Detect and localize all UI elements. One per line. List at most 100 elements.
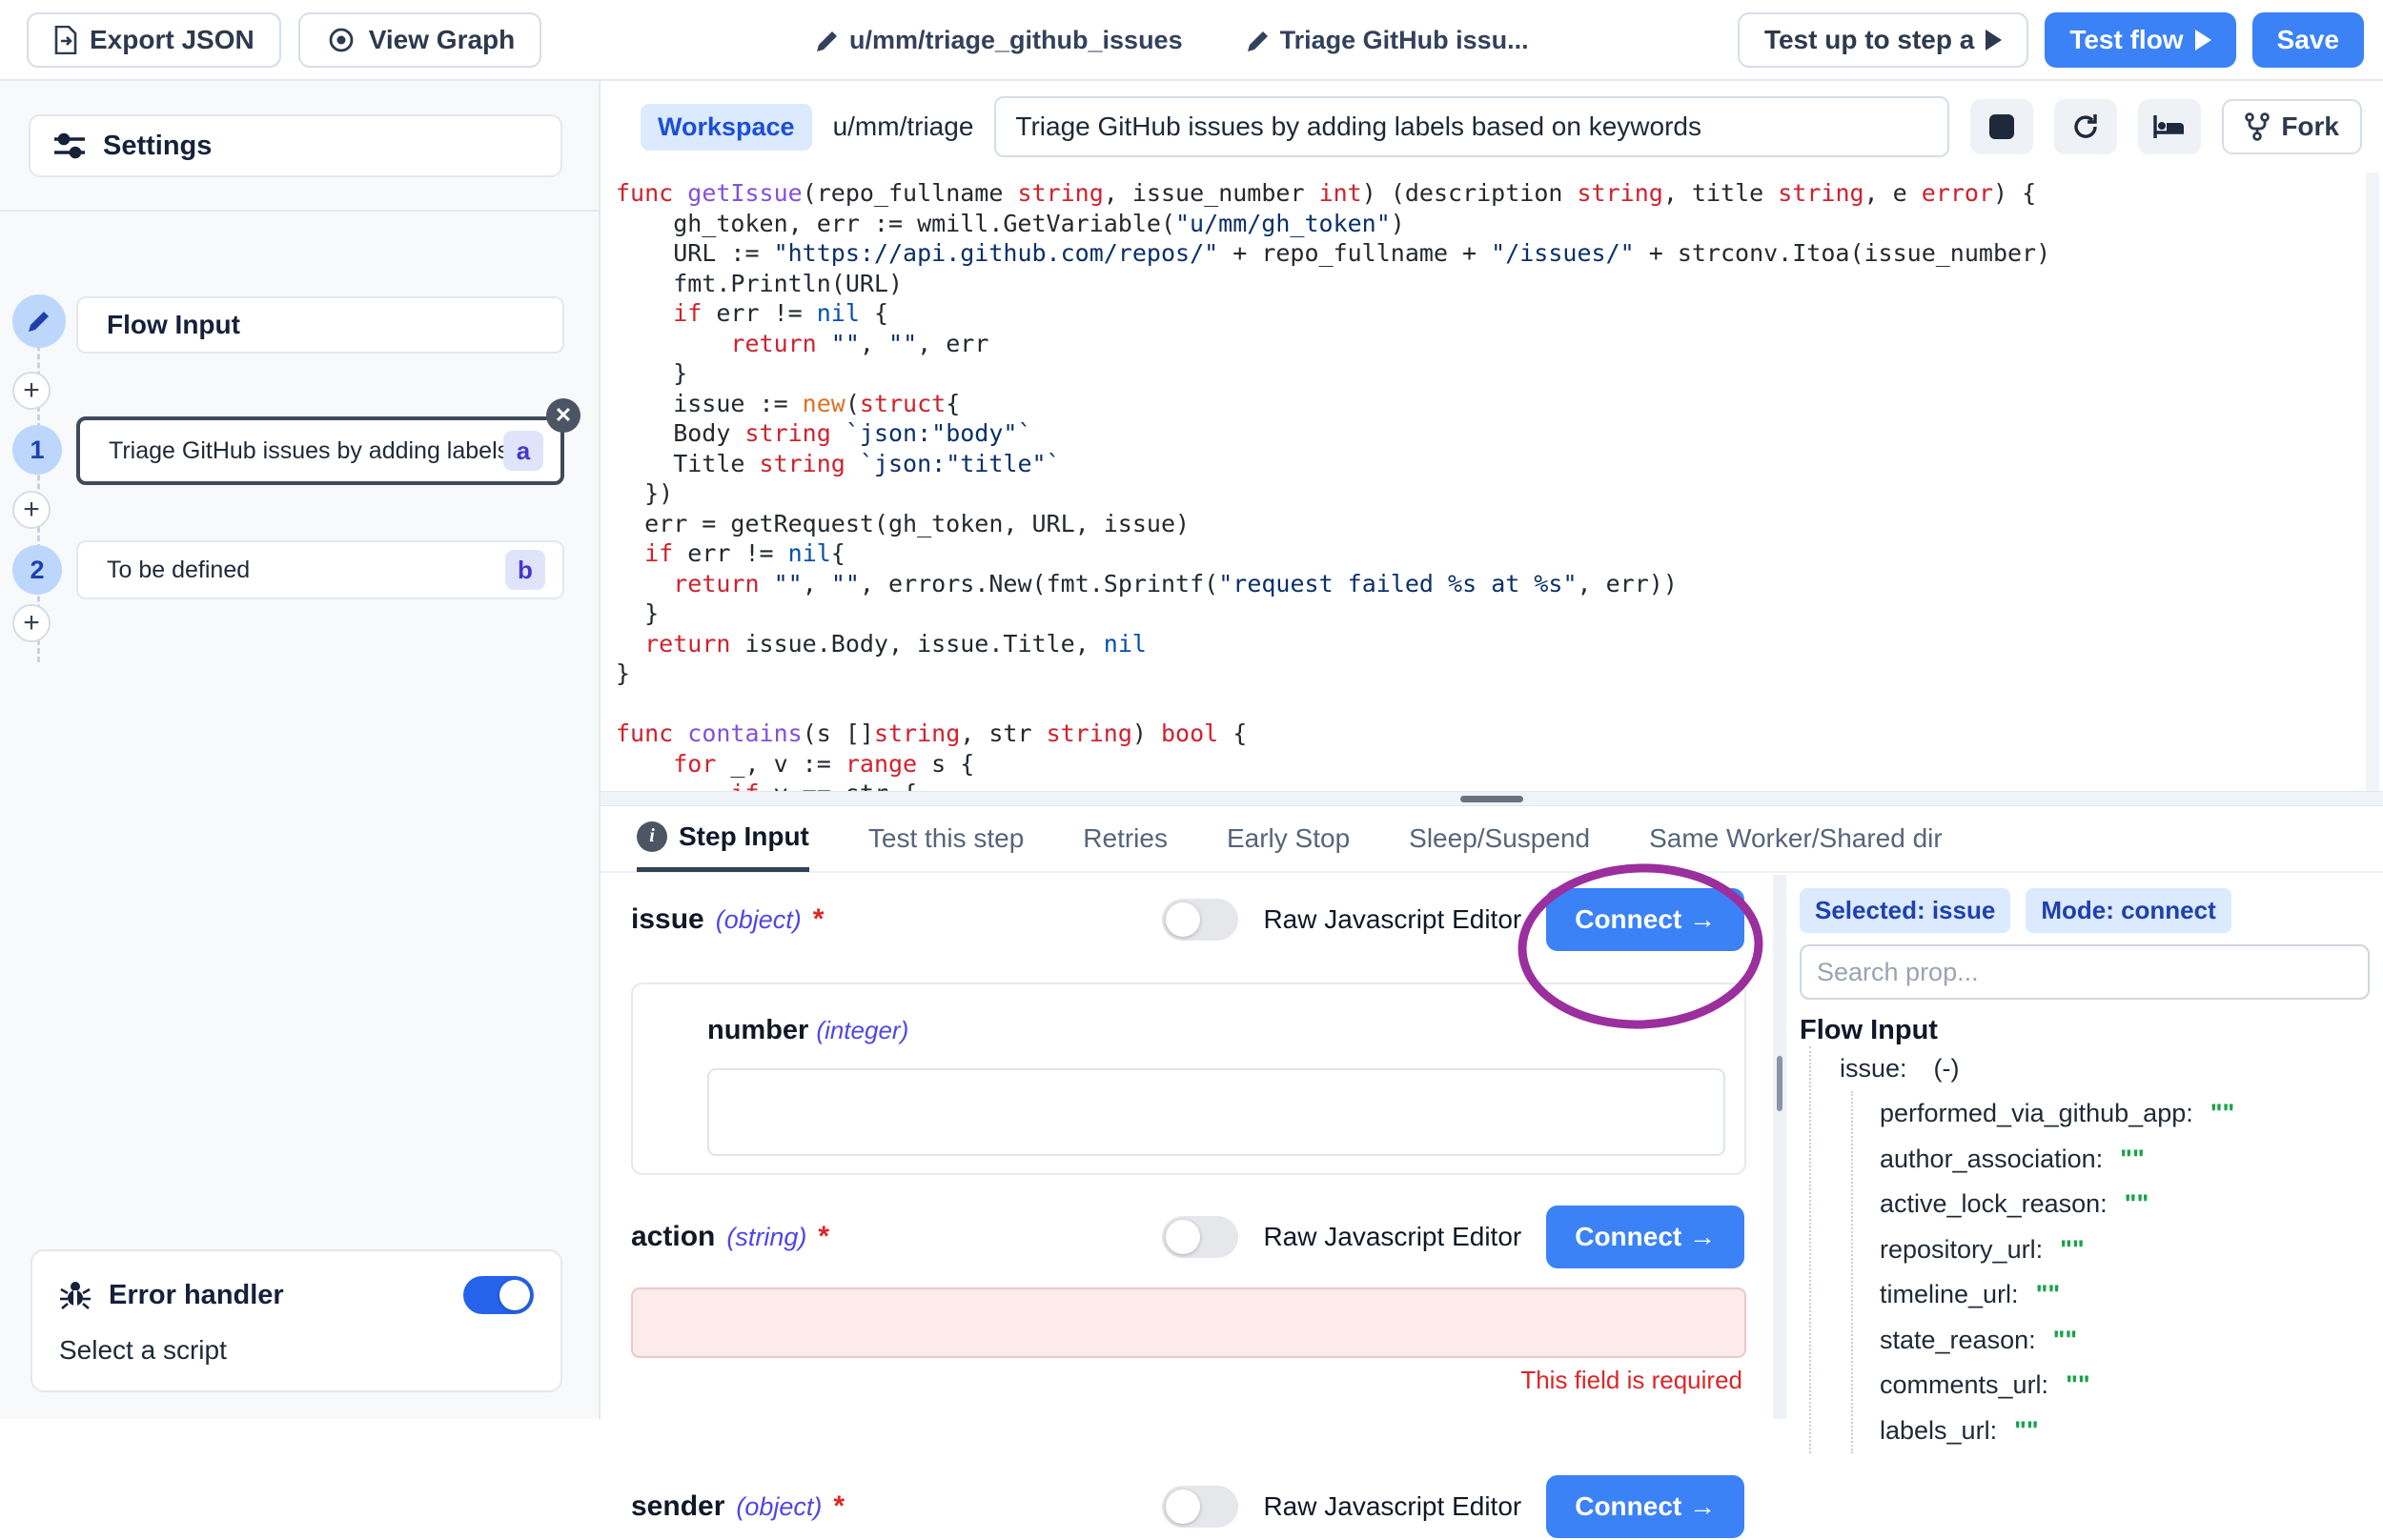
code-vertical-scrollbar[interactable] bbox=[2366, 172, 2379, 791]
tab-step-input[interactable]: i Step Input bbox=[637, 805, 809, 872]
tab-test-this-step[interactable]: Test this step bbox=[868, 805, 1024, 872]
code-line: if err != nil { bbox=[616, 298, 2383, 329]
code-line: err = getRequest(gh_token, URL, issue) bbox=[616, 509, 2383, 539]
tab-sleep-suspend[interactable]: Sleep/Suspend bbox=[1409, 805, 1590, 872]
fork-label: Fork bbox=[2281, 111, 2339, 142]
fork-button[interactable]: Fork bbox=[2222, 99, 2362, 154]
tab-same-worker[interactable]: Same Worker/Shared dir bbox=[1649, 805, 1943, 872]
step-2-number[interactable]: 2 bbox=[12, 545, 62, 595]
code-line: } bbox=[616, 358, 2383, 389]
required-asterisk: * bbox=[818, 1221, 829, 1253]
tree-prop-row[interactable]: state_reason:"" bbox=[1880, 1318, 2370, 1364]
field-row-action: action (string) * Raw Javascript Editor … bbox=[601, 1204, 1773, 1270]
test-flow-button[interactable]: Test flow bbox=[2045, 12, 2235, 68]
pencil-icon bbox=[27, 309, 51, 334]
tree-prop-row[interactable]: timeline_url:"" bbox=[1880, 1272, 2370, 1318]
pencil-icon bbox=[815, 29, 840, 53]
raw-js-label: Raw Javascript Editor bbox=[1263, 1222, 1521, 1252]
search-prop-input[interactable] bbox=[1800, 944, 2370, 1000]
sliders-icon bbox=[53, 131, 86, 161]
field-name: action bbox=[631, 1221, 715, 1253]
run-bar: Workspace u/mm/triage Fork bbox=[601, 81, 2383, 172]
raw-js-toggle-action[interactable] bbox=[1162, 1216, 1238, 1258]
flow-title-input[interactable] bbox=[994, 96, 1949, 157]
code-line bbox=[616, 689, 2383, 719]
tree-prop-row[interactable]: comments_url:"" bbox=[1880, 1363, 2370, 1408]
tree-prop-row[interactable]: labels_url:"" bbox=[1880, 1408, 2370, 1454]
tab-retries[interactable]: Retries bbox=[1083, 805, 1168, 872]
step-1-id-badge: a bbox=[503, 431, 543, 471]
save-button[interactable]: Save bbox=[2252, 12, 2364, 68]
code-line: } bbox=[616, 659, 2383, 689]
export-json-label: Export JSON bbox=[90, 25, 255, 55]
tab-early-stop[interactable]: Early Stop bbox=[1227, 805, 1350, 872]
flow-input-pencil-badge[interactable] bbox=[12, 294, 66, 348]
connect-button-sender[interactable]: Connect → bbox=[1546, 1475, 1744, 1538]
stop-button[interactable] bbox=[1970, 99, 2033, 154]
field-type: (object) bbox=[716, 905, 802, 935]
code-line: if err != nil{ bbox=[616, 538, 2383, 569]
tree-prop-row[interactable]: repository_url:"" bbox=[1880, 1227, 2370, 1273]
refresh-button[interactable] bbox=[2054, 99, 2117, 154]
step-input-form: issue (object) * Raw Javascript Editor C… bbox=[601, 875, 1773, 1419]
panel-resize-handle-vertical[interactable] bbox=[1773, 875, 1786, 1419]
breadcrumb-title[interactable]: Triage GitHub issu... bbox=[1246, 26, 1529, 55]
connect-button-issue[interactable]: Connect → bbox=[1546, 888, 1744, 951]
view-graph-label: View Graph bbox=[369, 25, 516, 55]
number-input[interactable] bbox=[707, 1068, 1725, 1156]
view-graph-button[interactable]: View Graph bbox=[298, 12, 542, 68]
field-row-issue: issue (object) * Raw Javascript Editor C… bbox=[601, 886, 1773, 953]
code-line: fmt.Println(URL) bbox=[616, 269, 2383, 299]
code-line: issue := new(struct{ bbox=[616, 389, 2383, 419]
code-line: return issue.Body, issue.Title, nil bbox=[616, 629, 2383, 659]
connect-panel: Selected: issue Mode: connect Flow Input… bbox=[1786, 875, 2383, 1419]
mode-badge: Mode: connect bbox=[2026, 888, 2230, 933]
code-editor[interactable]: func getIssue(repo_fullname string, issu… bbox=[601, 172, 2383, 791]
tree-prop-row[interactable]: author_association:"" bbox=[1880, 1137, 2370, 1183]
breadcrumb-path[interactable]: u/mm/triage_github_issues bbox=[815, 26, 1183, 55]
action-input-error[interactable] bbox=[631, 1287, 1746, 1358]
step-node-2[interactable]: To be defined b bbox=[76, 540, 564, 599]
pencil-icon bbox=[1246, 29, 1271, 53]
tree-node-issue[interactable]: issue:(-) bbox=[1840, 1046, 2370, 1091]
panel-resize-handle-horizontal[interactable] bbox=[601, 791, 2383, 806]
code-line: Title string `json:"title"` bbox=[616, 449, 2383, 479]
connect-button-action[interactable]: Connect → bbox=[1546, 1206, 1744, 1268]
tree-prop-row[interactable]: performed_via_github_app:"" bbox=[1880, 1091, 2370, 1137]
workspace-badge: Workspace bbox=[641, 104, 812, 151]
sleep-bed-button[interactable] bbox=[2138, 99, 2201, 154]
nested-field-type: (integer) bbox=[816, 1016, 908, 1044]
field-name: sender bbox=[631, 1490, 724, 1523]
topbar: Export JSON View Graph u/mm/triage_githu… bbox=[0, 0, 2383, 81]
code-line: gh_token, err := wmill.GetVariable("u/mm… bbox=[616, 209, 2383, 239]
code-line: }) bbox=[616, 478, 2383, 509]
raw-js-toggle-sender[interactable] bbox=[1162, 1486, 1238, 1528]
add-step-button-3[interactable]: + bbox=[12, 604, 51, 642]
code-line: func contains(s []string, str string) bo… bbox=[616, 719, 2383, 749]
raw-js-label: Raw Javascript Editor bbox=[1263, 904, 1521, 935]
resize-grip bbox=[1777, 1056, 1782, 1111]
export-json-button[interactable]: Export JSON bbox=[27, 12, 281, 68]
field-name: issue bbox=[631, 903, 704, 936]
test-flow-label: Test flow bbox=[2069, 25, 2183, 55]
error-handler-subtitle[interactable]: Select a script bbox=[59, 1335, 534, 1366]
resize-grip bbox=[1460, 796, 1523, 802]
step-tabs: i Step Input Test this step Retries Earl… bbox=[601, 806, 2383, 873]
tree-prop-row[interactable]: active_lock_reason:"" bbox=[1880, 1182, 2370, 1227]
flow-input-node[interactable]: Flow Input bbox=[76, 296, 564, 354]
flow-sidebar: Settings Flow Input + 1 Triage GitHub is… bbox=[0, 81, 601, 1419]
remove-step-button[interactable]: ✕ bbox=[546, 398, 580, 433]
settings-button[interactable]: Settings bbox=[29, 114, 562, 177]
error-handler-title: Error handler bbox=[109, 1280, 284, 1311]
step-1-number[interactable]: 1 bbox=[12, 425, 62, 475]
test-up-to-step-button[interactable]: Test up to step a bbox=[1738, 12, 2028, 68]
workspace-path: u/mm/triage bbox=[833, 111, 974, 142]
breadcrumb: u/mm/triage_github_issues Triage GitHub … bbox=[815, 0, 1529, 81]
code-line: func getIssue(repo_fullname string, issu… bbox=[616, 178, 2383, 209]
add-step-button-1[interactable]: + bbox=[12, 372, 51, 410]
selected-badge: Selected: issue bbox=[1800, 888, 2010, 933]
raw-js-toggle-issue[interactable] bbox=[1162, 899, 1238, 941]
add-step-button-2[interactable]: + bbox=[12, 491, 51, 529]
error-handler-toggle[interactable] bbox=[463, 1276, 534, 1314]
step-node-1[interactable]: Triage GitHub issues by adding labels ..… bbox=[76, 416, 564, 485]
